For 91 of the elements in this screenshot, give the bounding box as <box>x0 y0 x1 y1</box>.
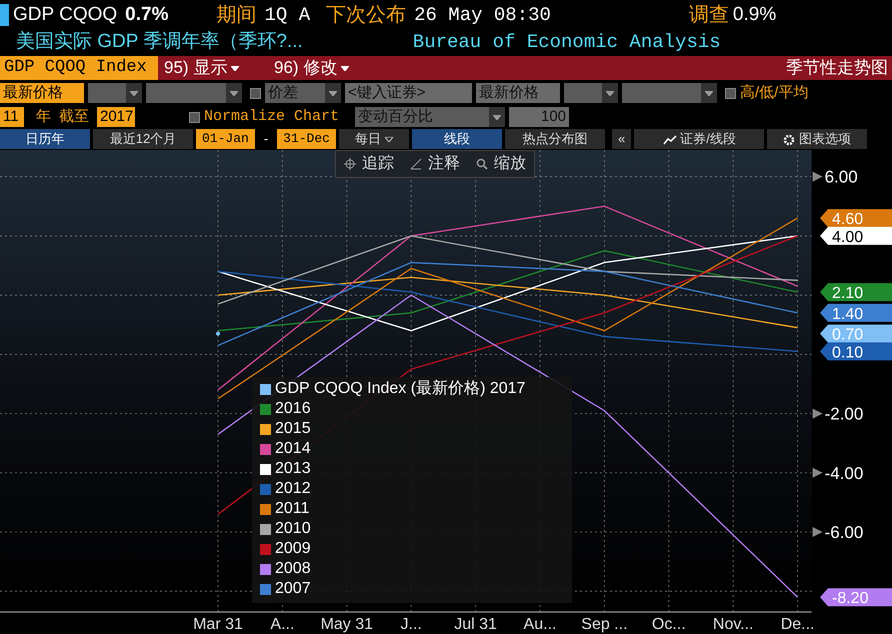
checkbox[interactable] <box>250 88 261 98</box>
ticker-label: GDP CQOQ <box>13 3 118 27</box>
caret-icon <box>130 90 138 96</box>
chart-tool-button[interactable]: 缩放 <box>468 151 534 177</box>
x-tick-label: Mar 31 <box>193 616 243 633</box>
x-tick-label: May 31 <box>320 616 374 633</box>
until-label: 截至 <box>59 107 89 127</box>
y-tick-label: -4.00 <box>824 464 864 483</box>
legend-label: 2013 <box>275 459 311 479</box>
search-icon <box>476 158 488 170</box>
security-field[interactable]: GDP CQOQ Index <box>0 56 158 80</box>
settings-icon <box>783 134 796 146</box>
securities-button[interactable]: 证券/线段 <box>634 129 764 149</box>
survey-label: 调查 <box>688 3 729 28</box>
value-tag: 1.40 <box>820 304 892 323</box>
value-tag: 4.60 <box>820 209 892 228</box>
caret-icon <box>329 90 337 96</box>
caret-icon <box>230 90 238 96</box>
legend-label: 2009 <box>275 539 311 559</box>
tab[interactable]: 最近12个月 <box>93 129 193 149</box>
y-tick-label: -6.00 <box>824 523 864 542</box>
period-value: 1Q A <box>264 3 310 28</box>
line-chart-icon <box>662 134 677 145</box>
range-separator: - <box>262 130 270 148</box>
options-button[interactable]: 图表选项 <box>767 129 868 149</box>
chart-tool-button[interactable]: 注释 <box>402 151 468 177</box>
legend-label: 2011 <box>275 499 310 519</box>
caret-icon <box>341 66 350 70</box>
date-field[interactable]: 31-Dec <box>277 129 336 149</box>
dropdown[interactable] <box>564 83 618 103</box>
y-tick-label: 6.00 <box>824 168 858 187</box>
x-tick-label: Jul 31 <box>454 616 497 633</box>
years-label: 年 <box>36 107 51 127</box>
value-tag: 2.10 <box>820 283 892 302</box>
legend-label: 2008 <box>275 559 311 579</box>
checkbox-label: Normalize Chart <box>204 107 340 127</box>
collapse-button[interactable]: « <box>612 129 632 149</box>
tab[interactable]: 热点分布图 <box>504 129 605 149</box>
x-tick-label: Oc... <box>652 616 686 633</box>
source-label: Bureau of Economic Analysis <box>412 30 721 55</box>
legend-label: 2007 <box>275 579 311 599</box>
y-tick-label: -2.00 <box>812 404 864 424</box>
period-label: 期间 <box>216 3 256 28</box>
value-tag: 4.00 <box>820 226 892 246</box>
x-tick-label: J... <box>400 616 422 633</box>
chart-tool-button[interactable]: 追踪 <box>336 151 402 177</box>
year-field[interactable]: 2017 <box>97 107 135 127</box>
value-tag: 0.10 <box>820 342 892 362</box>
years-field[interactable]: 11 <box>0 107 24 127</box>
legend-label: 2014 <box>275 439 311 459</box>
input-field[interactable]: 最新价格 <box>0 83 84 103</box>
menu-button[interactable]: 95) 显示 <box>158 56 268 80</box>
menu-button[interactable]: 96) 修改 <box>268 56 378 80</box>
security-marker <box>0 4 9 26</box>
x-tick-label: Au... <box>524 616 556 633</box>
y-tick-label: -2.00 <box>824 404 864 424</box>
caret-icon <box>384 136 393 142</box>
tab[interactable]: 线段 <box>412 129 502 149</box>
value-tag: -8.20 <box>820 588 892 608</box>
checkbox[interactable] <box>189 112 200 122</box>
legend-label: 2010 <box>275 519 311 539</box>
y-tick-label: -6.00 <box>812 523 864 542</box>
legend-label: 2012 <box>275 479 311 499</box>
tab[interactable]: 日历年 <box>0 129 90 149</box>
x-tick-label: Nov... <box>712 616 754 633</box>
dropdown[interactable] <box>88 83 142 103</box>
dropdown[interactable]: 每日 <box>338 129 409 149</box>
date-field[interactable]: 01-Jan <box>196 129 255 149</box>
next-release-label: 下次公布 <box>326 3 406 28</box>
caret-icon <box>493 114 502 120</box>
crosshair-icon <box>344 158 356 170</box>
legend-label: 2016 <box>275 399 311 419</box>
caret-icon <box>231 66 240 70</box>
legend-label: 2015 <box>275 419 311 439</box>
value-tag: 0.70 <box>820 324 892 344</box>
function-title: 季节性走势图 <box>786 57 889 79</box>
line-icon <box>410 158 422 170</box>
x-tick-label: De... <box>780 616 814 633</box>
y-tick-label: 6.00 <box>812 168 858 187</box>
next-release-value: 26 May 08:30 <box>414 3 551 28</box>
y-tick-label: -4.00 <box>812 464 864 483</box>
legend-label: GDP CQOQ Index (最新价格) 2017 <box>275 379 526 399</box>
survey-value: 0.9% <box>732 3 776 27</box>
x-tick-label: A... <box>270 616 294 633</box>
caret-icon <box>705 90 713 96</box>
x-tick-label: Sep ... <box>581 616 628 633</box>
last-value: 0.7% <box>125 3 168 27</box>
checkbox-label: 高/低/平均 <box>740 83 808 103</box>
indicator-description: 美国实际 GDP 季调年率（季环?... <box>16 30 303 54</box>
checkbox[interactable] <box>725 88 736 98</box>
caret-icon <box>606 90 614 96</box>
